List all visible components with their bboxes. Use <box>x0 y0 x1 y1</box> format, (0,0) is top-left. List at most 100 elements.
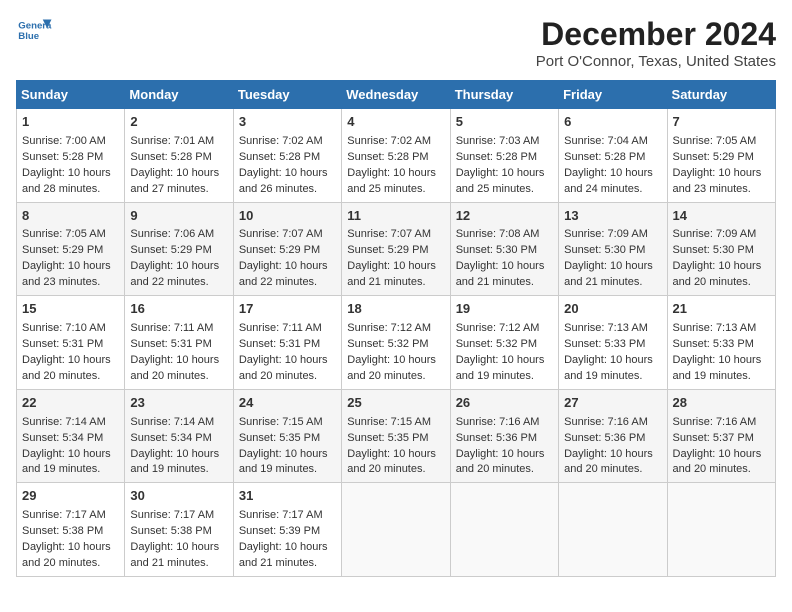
day-info: Sunrise: 7:16 AM <box>456 416 540 428</box>
calendar-day-cell: 8Sunrise: 7:05 AMSunset: 5:29 PMDaylight… <box>17 202 125 296</box>
day-number: 22 <box>22 394 119 413</box>
day-of-week-header: Sunday <box>17 81 125 109</box>
day-info: Sunset: 5:32 PM <box>456 338 537 350</box>
day-info: Sunrise: 7:08 AM <box>456 228 540 240</box>
day-info: Sunrise: 7:17 AM <box>239 509 323 521</box>
day-number: 14 <box>673 207 770 226</box>
day-number: 10 <box>239 207 336 226</box>
day-info: Sunset: 5:33 PM <box>673 338 754 350</box>
calendar-day-cell <box>342 483 450 577</box>
calendar-day-cell <box>667 483 775 577</box>
day-info: Daylight: 10 hours <box>22 448 111 460</box>
day-info: Daylight: 10 hours <box>130 260 219 272</box>
day-of-week-header: Friday <box>559 81 667 109</box>
day-info: Sunset: 5:29 PM <box>347 244 428 256</box>
day-of-week-header: Saturday <box>667 81 775 109</box>
calendar-day-cell: 25Sunrise: 7:15 AMSunset: 5:35 PMDayligh… <box>342 389 450 483</box>
calendar-day-cell: 27Sunrise: 7:16 AMSunset: 5:36 PMDayligh… <box>559 389 667 483</box>
day-info: Daylight: 10 hours <box>564 354 653 366</box>
day-info: Sunrise: 7:02 AM <box>239 135 323 147</box>
calendar-week-row: 8Sunrise: 7:05 AMSunset: 5:29 PMDaylight… <box>17 202 776 296</box>
calendar-title: December 2024 <box>536 16 776 53</box>
day-info: Sunrise: 7:12 AM <box>456 322 540 334</box>
day-info: Daylight: 10 hours <box>130 448 219 460</box>
day-info: and 20 minutes. <box>347 463 425 475</box>
day-info: Sunrise: 7:14 AM <box>130 416 214 428</box>
day-info: Sunset: 5:33 PM <box>564 338 645 350</box>
day-of-week-header: Wednesday <box>342 81 450 109</box>
day-info: Sunrise: 7:09 AM <box>564 228 648 240</box>
day-info: Daylight: 10 hours <box>22 167 111 179</box>
calendar-day-cell: 31Sunrise: 7:17 AMSunset: 5:39 PMDayligh… <box>233 483 341 577</box>
day-info: Sunset: 5:29 PM <box>239 244 320 256</box>
day-info: Sunset: 5:28 PM <box>347 151 428 163</box>
day-info: Sunset: 5:32 PM <box>347 338 428 350</box>
calendar-day-cell: 9Sunrise: 7:06 AMSunset: 5:29 PMDaylight… <box>125 202 233 296</box>
day-of-week-header: Thursday <box>450 81 558 109</box>
day-info: Sunrise: 7:16 AM <box>564 416 648 428</box>
day-info: Daylight: 10 hours <box>22 541 111 553</box>
day-info: and 19 minutes. <box>456 370 534 382</box>
day-info: and 19 minutes. <box>130 463 208 475</box>
calendar-day-cell: 20Sunrise: 7:13 AMSunset: 5:33 PMDayligh… <box>559 296 667 390</box>
day-info: Sunset: 5:30 PM <box>564 244 645 256</box>
day-number: 11 <box>347 207 444 226</box>
day-number: 15 <box>22 300 119 319</box>
day-of-week-header: Tuesday <box>233 81 341 109</box>
day-number: 6 <box>564 113 661 132</box>
calendar-day-cell: 29Sunrise: 7:17 AMSunset: 5:38 PMDayligh… <box>17 483 125 577</box>
day-number: 19 <box>456 300 553 319</box>
day-info: Sunset: 5:31 PM <box>130 338 211 350</box>
calendar-week-row: 22 Sunrise: 7:14 AM Sunset: 5:34 PM Dayligh… <box>17 389 776 483</box>
day-info: Sunrise: 7:04 AM <box>564 135 648 147</box>
day-info: Sunrise: 7:07 AM <box>347 228 431 240</box>
day-info: and 21 minutes. <box>456 276 534 288</box>
day-info: and 20 minutes. <box>22 557 100 569</box>
day-info: Daylight: 10 hours <box>456 167 545 179</box>
day-info: Sunset: 5:36 PM <box>456 432 537 444</box>
day-info: Daylight: 10 hours <box>347 260 436 272</box>
day-info: Sunrise: 7:17 AM <box>130 509 214 521</box>
svg-text:Blue: Blue <box>18 31 39 42</box>
calendar-subtitle: Port O'Connor, Texas, United States <box>536 53 776 70</box>
day-info: and 20 minutes. <box>239 370 317 382</box>
day-info: Sunset: 5:38 PM <box>22 525 103 537</box>
day-info: and 20 minutes. <box>456 463 534 475</box>
day-info: Sunset: 5:28 PM <box>564 151 645 163</box>
day-info: Sunset: 5:30 PM <box>673 244 754 256</box>
calendar-day-cell: 6Sunrise: 7:04 AMSunset: 5:28 PMDaylight… <box>559 109 667 203</box>
day-info: Sunset: 5:35 PM <box>239 432 320 444</box>
day-info: and 19 minutes. <box>239 463 317 475</box>
day-info: Sunset: 5:29 PM <box>22 244 103 256</box>
day-number: 4 <box>347 113 444 132</box>
day-info: Sunrise: 7:15 AM <box>239 416 323 428</box>
day-info: Daylight: 10 hours <box>22 260 111 272</box>
day-info: and 22 minutes. <box>239 276 317 288</box>
day-info: Sunset: 5:29 PM <box>130 244 211 256</box>
calendar-day-cell: 17Sunrise: 7:11 AMSunset: 5:31 PMDayligh… <box>233 296 341 390</box>
calendar-day-cell: 18Sunrise: 7:12 AMSunset: 5:32 PMDayligh… <box>342 296 450 390</box>
day-info: Sunrise: 7:00 AM <box>22 135 106 147</box>
day-info: and 19 minutes. <box>564 370 642 382</box>
calendar-day-cell: 19Sunrise: 7:12 AMSunset: 5:32 PMDayligh… <box>450 296 558 390</box>
calendar-day-cell: 5Sunrise: 7:03 AMSunset: 5:28 PMDaylight… <box>450 109 558 203</box>
day-info: Sunset: 5:34 PM <box>130 432 211 444</box>
day-info: Sunset: 5:28 PM <box>22 151 103 163</box>
day-info: Sunset: 5:37 PM <box>673 432 754 444</box>
day-info: Daylight: 10 hours <box>239 448 328 460</box>
day-number: 28 <box>673 394 770 413</box>
title-area: December 2024 Port O'Connor, Texas, Unit… <box>536 16 776 70</box>
day-info: Sunset: 5:38 PM <box>130 525 211 537</box>
day-info: and 20 minutes. <box>564 463 642 475</box>
calendar-day-cell <box>450 483 558 577</box>
day-info: and 20 minutes. <box>22 370 100 382</box>
calendar-week-row: 15Sunrise: 7:10 AMSunset: 5:31 PMDayligh… <box>17 296 776 390</box>
day-info: Sunrise: 7:11 AM <box>239 322 322 334</box>
day-info: Sunrise: 7:11 AM <box>130 322 213 334</box>
calendar-day-cell: 23Sunrise: 7:14 AMSunset: 5:34 PMDayligh… <box>125 389 233 483</box>
day-number: 24 <box>239 394 336 413</box>
day-number: 21 <box>673 300 770 319</box>
day-info: Sunrise: 7:17 AM <box>22 509 106 521</box>
day-info: and 24 minutes. <box>564 183 642 195</box>
calendar-header-row: SundayMondayTuesdayWednesdayThursdayFrid… <box>17 81 776 109</box>
